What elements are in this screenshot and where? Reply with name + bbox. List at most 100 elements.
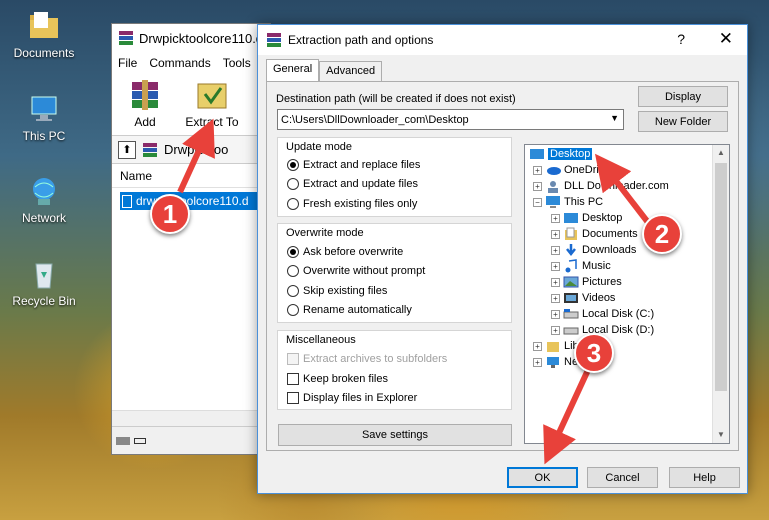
network-icon xyxy=(28,175,60,207)
tree-item-videos[interactable]: + Videos xyxy=(551,290,615,306)
radio-fresh-existing[interactable]: Fresh existing files only xyxy=(287,198,417,210)
desktop-icon-network[interactable]: Network xyxy=(6,175,82,225)
add-label: Add xyxy=(134,115,156,129)
radio-button[interactable] xyxy=(287,178,299,190)
tree-item-downloads[interactable]: + Downloads xyxy=(551,242,636,258)
cancel-button[interactable]: Cancel xyxy=(587,467,658,488)
expand-icon[interactable]: + xyxy=(551,309,560,319)
radio-rename-automatically[interactable]: Rename automatically xyxy=(287,304,412,316)
chevron-down-icon[interactable]: ▼ xyxy=(610,113,619,123)
tree-item-local-disk-c[interactable]: + Local Disk (C:) xyxy=(551,306,654,322)
extract-to-label: Extract To xyxy=(185,115,239,129)
desktop-icon-label: This PC xyxy=(22,129,66,143)
winrar-statusbar xyxy=(112,426,270,454)
update-mode-title: Update mode xyxy=(286,141,353,153)
radio-extract-replace[interactable]: Extract and replace files xyxy=(287,159,420,171)
expand-icon[interactable]: + xyxy=(533,165,542,175)
destination-path-combo[interactable]: C:\Users\DllDownloader_com\Desktop ▼ xyxy=(277,109,624,130)
winrar-titlebar[interactable]: Drwpicktoolcore110.d xyxy=(112,24,270,52)
new-folder-button[interactable]: New Folder xyxy=(638,111,728,132)
overwrite-mode-title: Overwrite mode xyxy=(286,227,364,239)
tree-vertical-scrollbar[interactable]: ▲ ▼ xyxy=(712,145,729,443)
drive-icon xyxy=(563,327,579,335)
help-icon[interactable]: ? xyxy=(677,31,685,47)
update-mode-group: Update mode Extract and replace files Ex… xyxy=(277,137,512,217)
tree-item-pc-desktop[interactable]: + Desktop xyxy=(551,210,622,226)
dialog-tabs: General Advanced xyxy=(266,59,383,81)
expand-icon[interactable]: + xyxy=(533,341,542,351)
radio-button[interactable] xyxy=(287,304,299,316)
tree-item-dll-downloader[interactable]: + DLL Downloader.com xyxy=(533,178,669,194)
tree-item-documents[interactable]: + Documents xyxy=(551,226,638,242)
tree-item-desktop[interactable]: Desktop xyxy=(529,146,593,162)
save-settings-button[interactable]: Save settings xyxy=(278,424,512,446)
tree-item-onedrive[interactable]: + OneDrive xyxy=(533,162,610,178)
display-button[interactable]: Display xyxy=(638,86,728,107)
menu-file[interactable]: File xyxy=(118,56,137,70)
expand-icon[interactable]: + xyxy=(551,229,560,239)
tree-item-pictures[interactable]: + Pictures xyxy=(551,274,622,290)
desktop-icon-recycle-bin[interactable]: Recycle Bin xyxy=(6,258,82,308)
scroll-up-icon[interactable]: ▲ xyxy=(713,145,729,161)
checkbox[interactable] xyxy=(287,373,299,385)
scroll-thumb[interactable] xyxy=(715,163,727,391)
music-icon xyxy=(565,259,577,273)
desktop-icon-label: Documents xyxy=(13,46,75,60)
radio-extract-update[interactable]: Extract and update files xyxy=(287,178,418,190)
collapse-icon[interactable]: − xyxy=(533,197,542,207)
radio-button[interactable] xyxy=(287,265,299,277)
expand-icon[interactable]: + xyxy=(551,245,560,255)
radio-button-selected[interactable] xyxy=(287,159,299,171)
file-icon xyxy=(122,194,132,208)
tab-advanced[interactable]: Advanced xyxy=(319,61,383,81)
miscellaneous-title: Miscellaneous xyxy=(286,334,356,346)
radio-ask-before-overwrite[interactable]: Ask before overwrite xyxy=(287,246,403,258)
tree-item-this-pc[interactable]: − This PC xyxy=(533,194,603,210)
winrar-window: Drwpicktoolcore110.d File Commands Tools… xyxy=(111,23,271,455)
expand-icon[interactable]: + xyxy=(551,293,560,303)
checkbox[interactable] xyxy=(287,392,299,404)
ok-button[interactable]: OK xyxy=(507,467,578,488)
horizontal-scrollbar[interactable] xyxy=(112,410,270,426)
radio-button-selected[interactable] xyxy=(287,246,299,258)
menu-commands[interactable]: Commands xyxy=(149,56,210,70)
help-button[interactable]: Help xyxy=(669,467,740,488)
annotation-badge-3: 3 xyxy=(574,333,614,373)
add-button[interactable]: Add xyxy=(118,78,172,131)
expand-icon[interactable]: + xyxy=(533,357,542,367)
folder-tree[interactable]: Desktop + OneDrive + DLL Downloader.com … xyxy=(524,144,730,444)
extract-to-icon xyxy=(195,78,229,112)
up-folder-icon[interactable]: ⬆ xyxy=(118,140,136,159)
file-list-item[interactable]: drwpicktoolcore110.d xyxy=(120,192,270,210)
extract-to-button[interactable]: Extract To xyxy=(180,78,244,131)
radio-button[interactable] xyxy=(287,198,299,210)
checkbox-keep-broken-files[interactable]: Keep broken files xyxy=(287,373,388,385)
dialog-titlebar[interactable]: Extraction path and options ? ✕ xyxy=(258,25,747,55)
desktop-icon-label: Network xyxy=(21,211,66,225)
radio-overwrite-without-prompt[interactable]: Overwrite without prompt xyxy=(287,265,425,277)
menu-tools[interactable]: Tools xyxy=(223,56,251,70)
destination-path-value: C:\Users\DllDownloader_com\Desktop xyxy=(281,113,469,126)
expand-icon[interactable]: + xyxy=(551,261,560,271)
column-header-name[interactable]: Name xyxy=(112,164,270,188)
expand-icon[interactable]: + xyxy=(551,325,560,335)
radio-skip-existing[interactable]: Skip existing files xyxy=(287,285,387,297)
expand-icon[interactable]: + xyxy=(551,213,560,223)
winrar-title: Drwpicktoolcore110.d xyxy=(139,30,264,46)
tree-item-music[interactable]: + Music xyxy=(551,258,611,274)
this-pc-icon xyxy=(28,93,60,125)
scroll-down-icon[interactable]: ▼ xyxy=(713,427,729,443)
radio-button[interactable] xyxy=(287,285,299,297)
desktop-icon-this-pc[interactable]: This PC xyxy=(6,93,82,143)
expand-icon[interactable]: + xyxy=(551,277,560,287)
winrar-menubar: File Commands Tools xyxy=(112,52,270,74)
checkbox-display-in-explorer[interactable]: Display files in Explorer xyxy=(287,392,417,404)
close-icon[interactable]: ✕ xyxy=(719,29,733,49)
annotation-badge-2: 2 xyxy=(642,214,682,254)
expand-icon[interactable]: + xyxy=(533,181,542,191)
tab-general[interactable]: General xyxy=(266,59,320,81)
miscellaneous-group: Miscellaneous Extract archives to subfol… xyxy=(277,330,512,410)
winrar-app-icon xyxy=(119,31,133,45)
desktop-icon-documents[interactable]: Documents xyxy=(6,10,82,60)
annotation-badge-1: 1 xyxy=(150,194,190,234)
